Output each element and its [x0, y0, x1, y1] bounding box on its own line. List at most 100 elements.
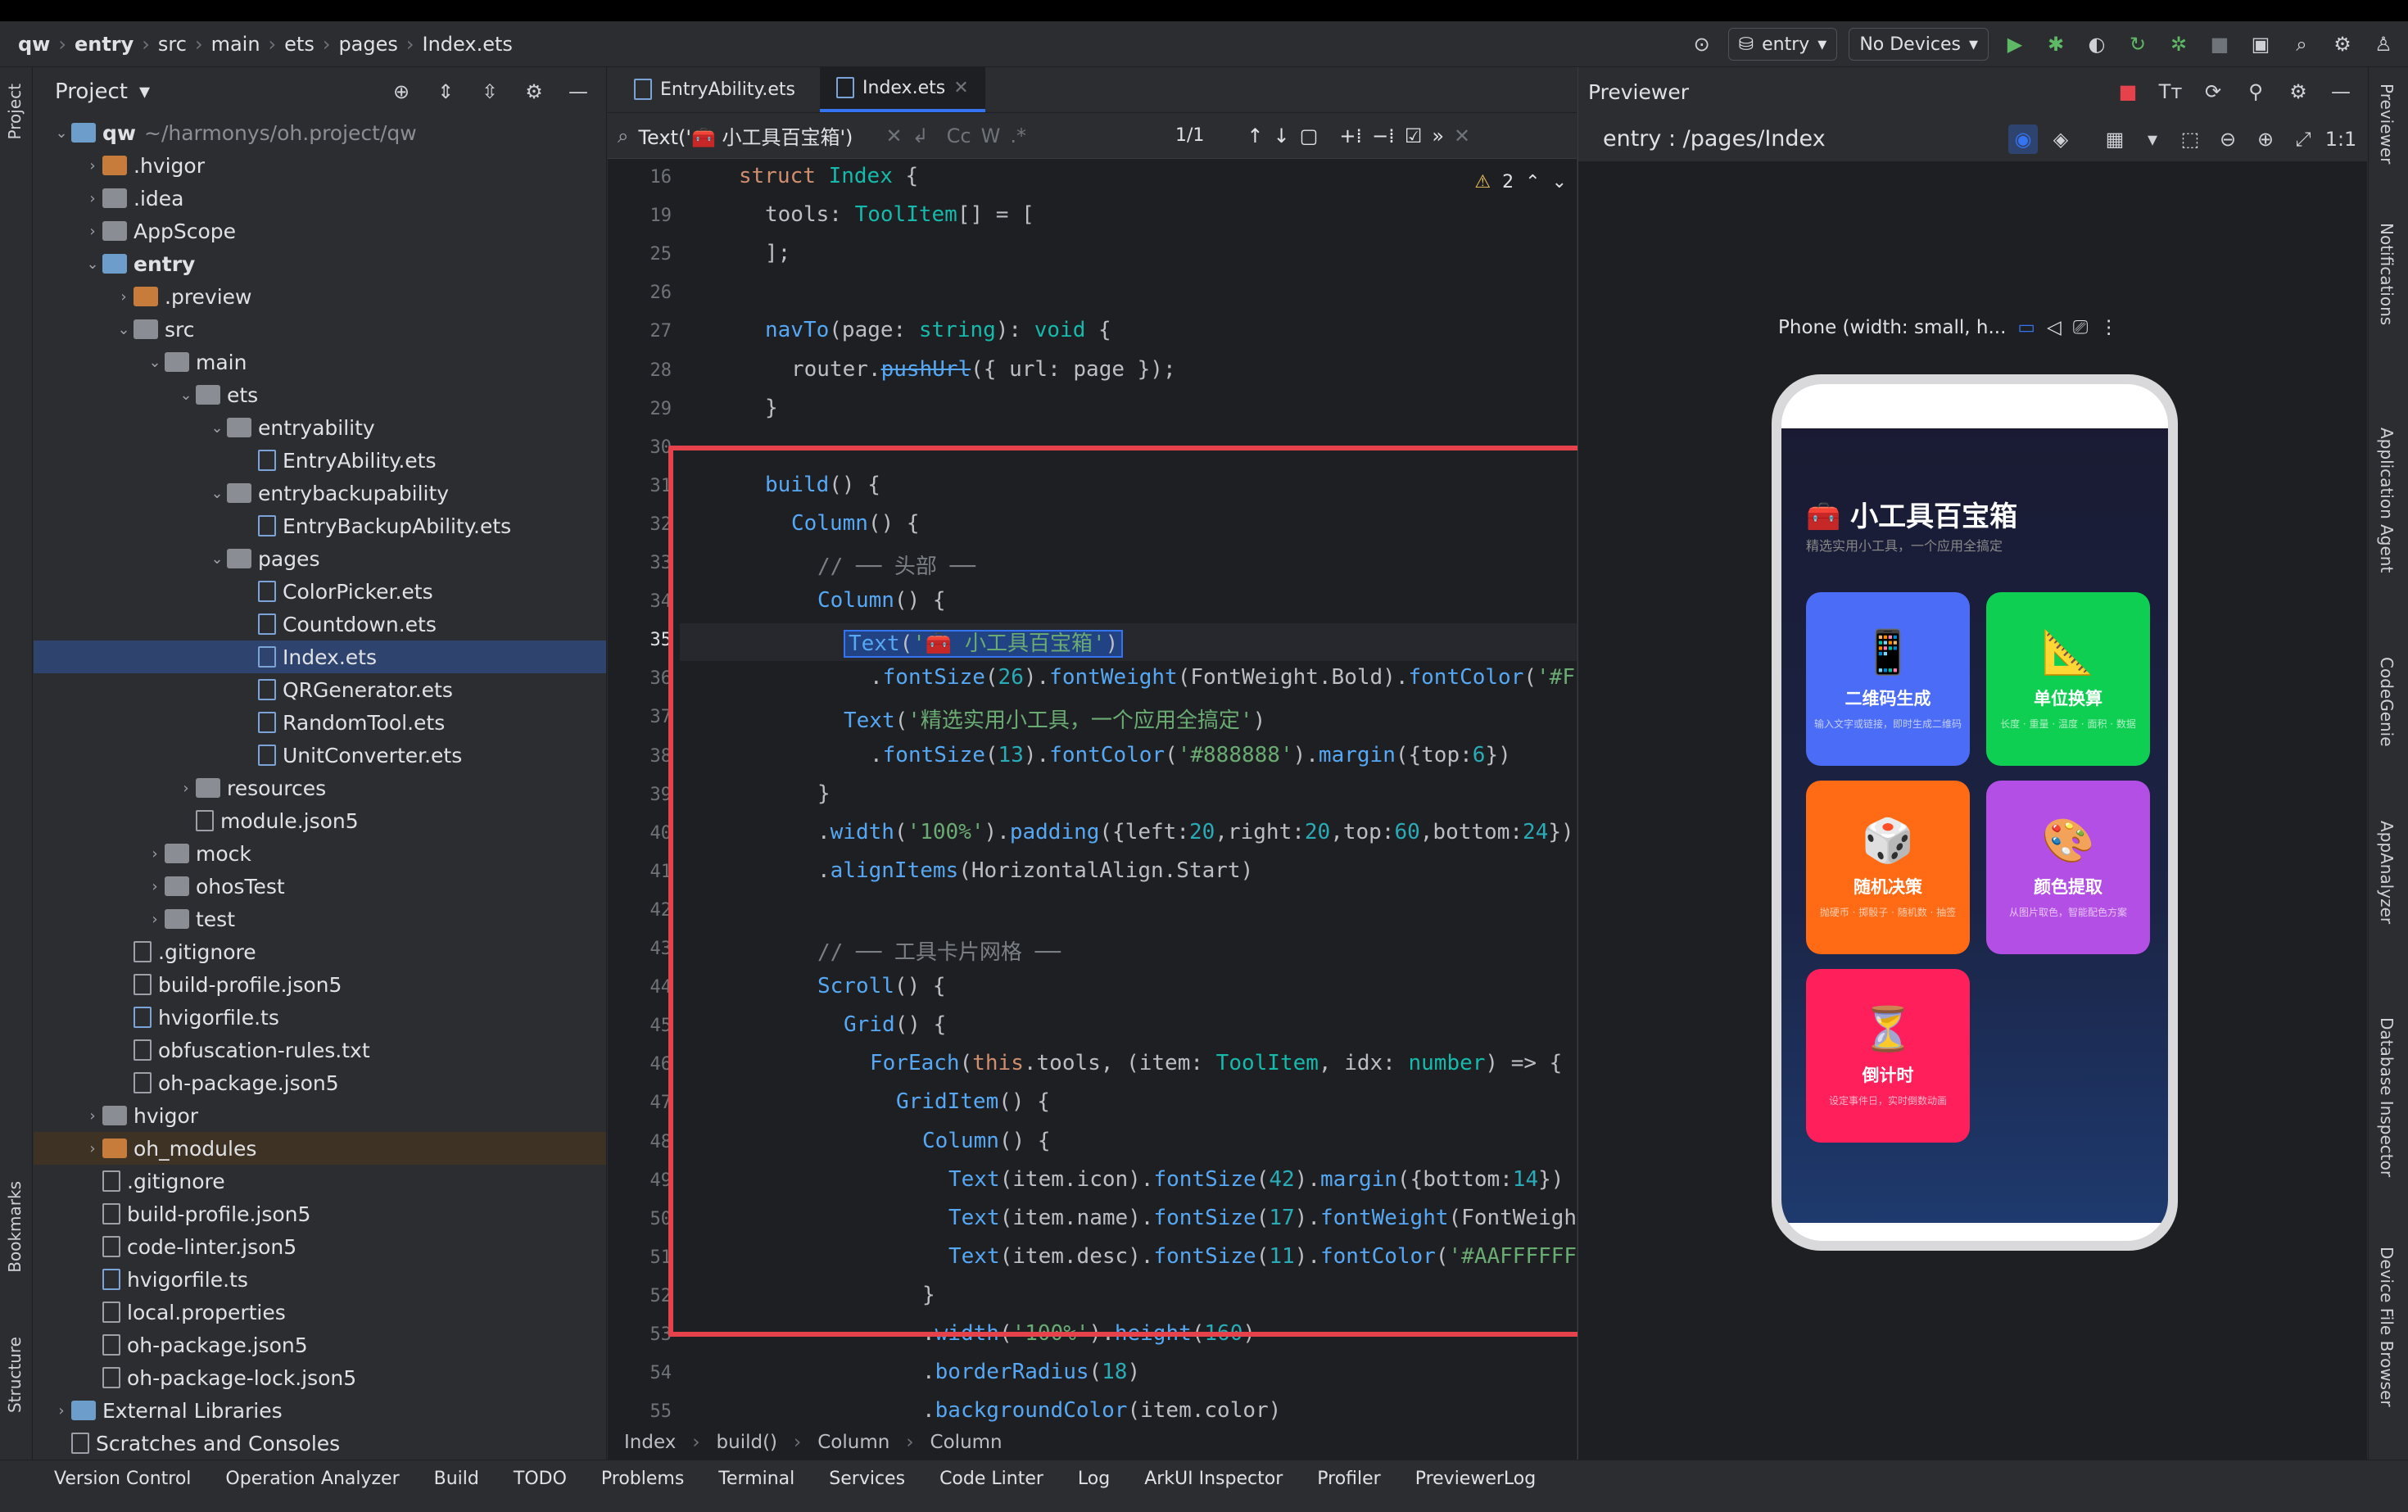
tool-window-tab[interactable]: Operation Analyzer: [225, 1469, 399, 1489]
clear-icon[interactable]: ✕: [885, 124, 902, 147]
zoom-out-icon[interactable]: ⊖: [2213, 124, 2243, 154]
chevron-right-icon[interactable]: ›: [83, 157, 102, 174]
tab-index[interactable]: Index.ets ✕: [820, 66, 985, 112]
tree-item[interactable]: QRGenerator.ets: [34, 673, 606, 706]
tree-item[interactable]: › ohosTest: [34, 870, 606, 903]
filter-icon[interactable]: ▢: [1300, 124, 1319, 147]
bookmarks-tool-button[interactable]: Bookmarks: [5, 1181, 25, 1273]
breadcrumb-item[interactable]: pages: [338, 33, 397, 56]
tree-item[interactable]: ⌄ entrybackupability: [34, 477, 606, 509]
breadcrumb-item[interactable]: ets: [284, 33, 315, 56]
tool-window-tab[interactable]: Services: [829, 1469, 905, 1489]
tool-window-tab[interactable]: ArkUI Inspector: [1144, 1469, 1283, 1489]
chevron-down-icon[interactable]: ▾: [2138, 124, 2167, 154]
tree-item[interactable]: ⌄ ets: [34, 378, 606, 411]
chevron-right-icon[interactable]: ›: [83, 223, 102, 240]
tool-window-tab[interactable]: TODO: [514, 1469, 567, 1489]
tree-item[interactable]: ⌄ main: [34, 346, 606, 378]
fit-icon[interactable]: ⤢: [2288, 124, 2318, 154]
match-case-toggle[interactable]: Cc: [947, 124, 971, 147]
tool-card[interactable]: 📱 二维码生成 输入文字或链接，即时生成二维码: [1806, 592, 1970, 766]
more-icon[interactable]: ⋮: [2099, 317, 2118, 338]
whole-word-toggle[interactable]: W: [981, 124, 1001, 147]
chevron-right-icon[interactable]: ›: [145, 845, 165, 862]
refresh-icon[interactable]: ⟳: [2198, 77, 2228, 106]
tool-window-button[interactable]: Previewer: [2377, 84, 2397, 164]
breadcrumb-item[interactable]: qw: [18, 33, 50, 56]
stop-icon[interactable]: ■: [2113, 77, 2143, 106]
tree-item[interactable]: ⌄ entry: [34, 247, 606, 280]
chevron-right-icon[interactable]: ›: [114, 288, 134, 306]
tool-window-button[interactable]: Application Agent: [2377, 428, 2397, 573]
tree-item[interactable]: › test: [34, 903, 606, 935]
tool-card[interactable]: 📐 单位换算 长度 · 重量 · 温度 · 面积 · 数据: [1986, 592, 2150, 766]
more-icon[interactable]: »: [1432, 124, 1444, 147]
tree-item[interactable]: EntryBackupAbility.ets: [34, 509, 606, 542]
chevron-right-icon[interactable]: ›: [52, 1402, 71, 1419]
tool-window-button[interactable]: Device File Browser: [2377, 1247, 2397, 1407]
tree-item[interactable]: › .idea: [34, 182, 606, 215]
locate-icon[interactable]: ⊕: [387, 77, 416, 106]
tool-window-button[interactable]: AppAnalyzer: [2377, 821, 2397, 924]
breadcrumb-item[interactable]: entry: [75, 33, 134, 56]
search-icon[interactable]: ⌕: [2287, 29, 2316, 59]
chevron-right-icon[interactable]: ›: [83, 190, 102, 207]
chevron-right-icon[interactable]: ›: [83, 1140, 102, 1157]
tree-item[interactable]: ⌄ qw ~/harmonys/oh.project/qw: [34, 116, 606, 149]
inspection-widget[interactable]: ⚠ 2 ⌃ ⌄: [1474, 172, 1567, 192]
regex-toggle[interactable]: .*: [1010, 124, 1026, 147]
inspect-icon[interactable]: ◉: [2008, 124, 2038, 154]
tool-window-button[interactable]: Database Inspector: [2377, 1017, 2397, 1177]
code-line[interactable]: struct Index {: [739, 164, 918, 188]
code-line[interactable]: .backgroundColor(item.color): [922, 1398, 1281, 1423]
back-icon[interactable]: ◁: [2047, 317, 2062, 338]
tree-item[interactable]: oh-package.json5: [34, 1066, 606, 1099]
chevron-down-icon[interactable]: ⌄: [1552, 172, 1567, 192]
target-icon[interactable]: ⊙: [1687, 29, 1717, 59]
close-icon[interactable]: ✕: [953, 78, 968, 98]
code-line[interactable]: .borderRadius(18): [922, 1360, 1140, 1384]
tree-item[interactable]: UnitConverter.ets: [34, 739, 606, 772]
stop-icon[interactable]: ■: [2205, 29, 2234, 59]
tool-card[interactable]: 🎨 颜色提取 从图片取色，智能配色方案: [1986, 781, 2150, 954]
run-icon[interactable]: ▶: [2000, 29, 2030, 59]
tree-item[interactable]: Countdown.ets: [34, 608, 606, 641]
project-structure-icon[interactable]: ▣: [2246, 29, 2275, 59]
tree-item[interactable]: › mock: [34, 837, 606, 870]
breadcrumb-item[interactable]: Column: [930, 1432, 1003, 1453]
tree-item[interactable]: oh-package-lock.json5: [34, 1361, 606, 1394]
grid-icon[interactable]: ▦: [2100, 124, 2130, 154]
tool-card[interactable]: 🎲 随机决策 抛硬币 · 掷骰子 · 随机数 · 抽签: [1806, 781, 1970, 954]
font-size-icon[interactable]: Tт: [2156, 77, 2185, 106]
chevron-right-icon[interactable]: ›: [83, 1107, 102, 1125]
chevron-down-icon[interactable]: ⌄: [176, 387, 196, 404]
tree-item[interactable]: ⌄ src: [34, 313, 606, 346]
breadcrumb-item[interactable]: Index.ets: [423, 33, 513, 56]
tree-item[interactable]: › hvigor: [34, 1099, 606, 1132]
tree-item[interactable]: › oh_modules: [34, 1132, 606, 1165]
project-tool-button[interactable]: Project: [5, 84, 25, 139]
tree-item[interactable]: › resources: [34, 772, 606, 804]
gear-icon[interactable]: ⚙: [2284, 77, 2313, 106]
tool-window-tab[interactable]: Version Control: [54, 1469, 191, 1489]
tree-item[interactable]: › AppScope: [34, 215, 606, 247]
code-line[interactable]: router.pushUrl({ url: page });: [791, 357, 1176, 382]
tree-item[interactable]: build-profile.json5: [34, 1197, 606, 1230]
new-line-icon[interactable]: ↲: [912, 124, 929, 147]
previous-match-icon[interactable]: ↑: [1247, 124, 1263, 147]
tree-item[interactable]: build-profile.json5: [34, 968, 606, 1001]
run-config-select[interactable]: ⛁ entry ▾: [1727, 28, 1838, 61]
minimize-icon[interactable]: —: [564, 77, 593, 106]
chevron-right-icon[interactable]: ›: [176, 780, 196, 797]
code-line[interactable]: tools: ToolItem[] = [: [765, 202, 1034, 227]
tool-window-tab[interactable]: PreviewerLog: [1415, 1469, 1537, 1489]
tree-item[interactable]: Index.ets: [34, 641, 606, 673]
chevron-down-icon[interactable]: ⌄: [207, 485, 227, 502]
tab-entryability[interactable]: EntryAbility.ets: [618, 66, 820, 112]
tree-item[interactable]: .gitignore: [34, 935, 606, 968]
tool-window-button[interactable]: CodeGenie: [2377, 657, 2397, 747]
gear-icon[interactable]: ⚙: [2328, 29, 2357, 59]
tree-item[interactable]: RandomTool.ets: [34, 706, 606, 739]
tree-item[interactable]: › .hvigor: [34, 149, 606, 182]
tree-item[interactable]: › .preview: [34, 280, 606, 313]
